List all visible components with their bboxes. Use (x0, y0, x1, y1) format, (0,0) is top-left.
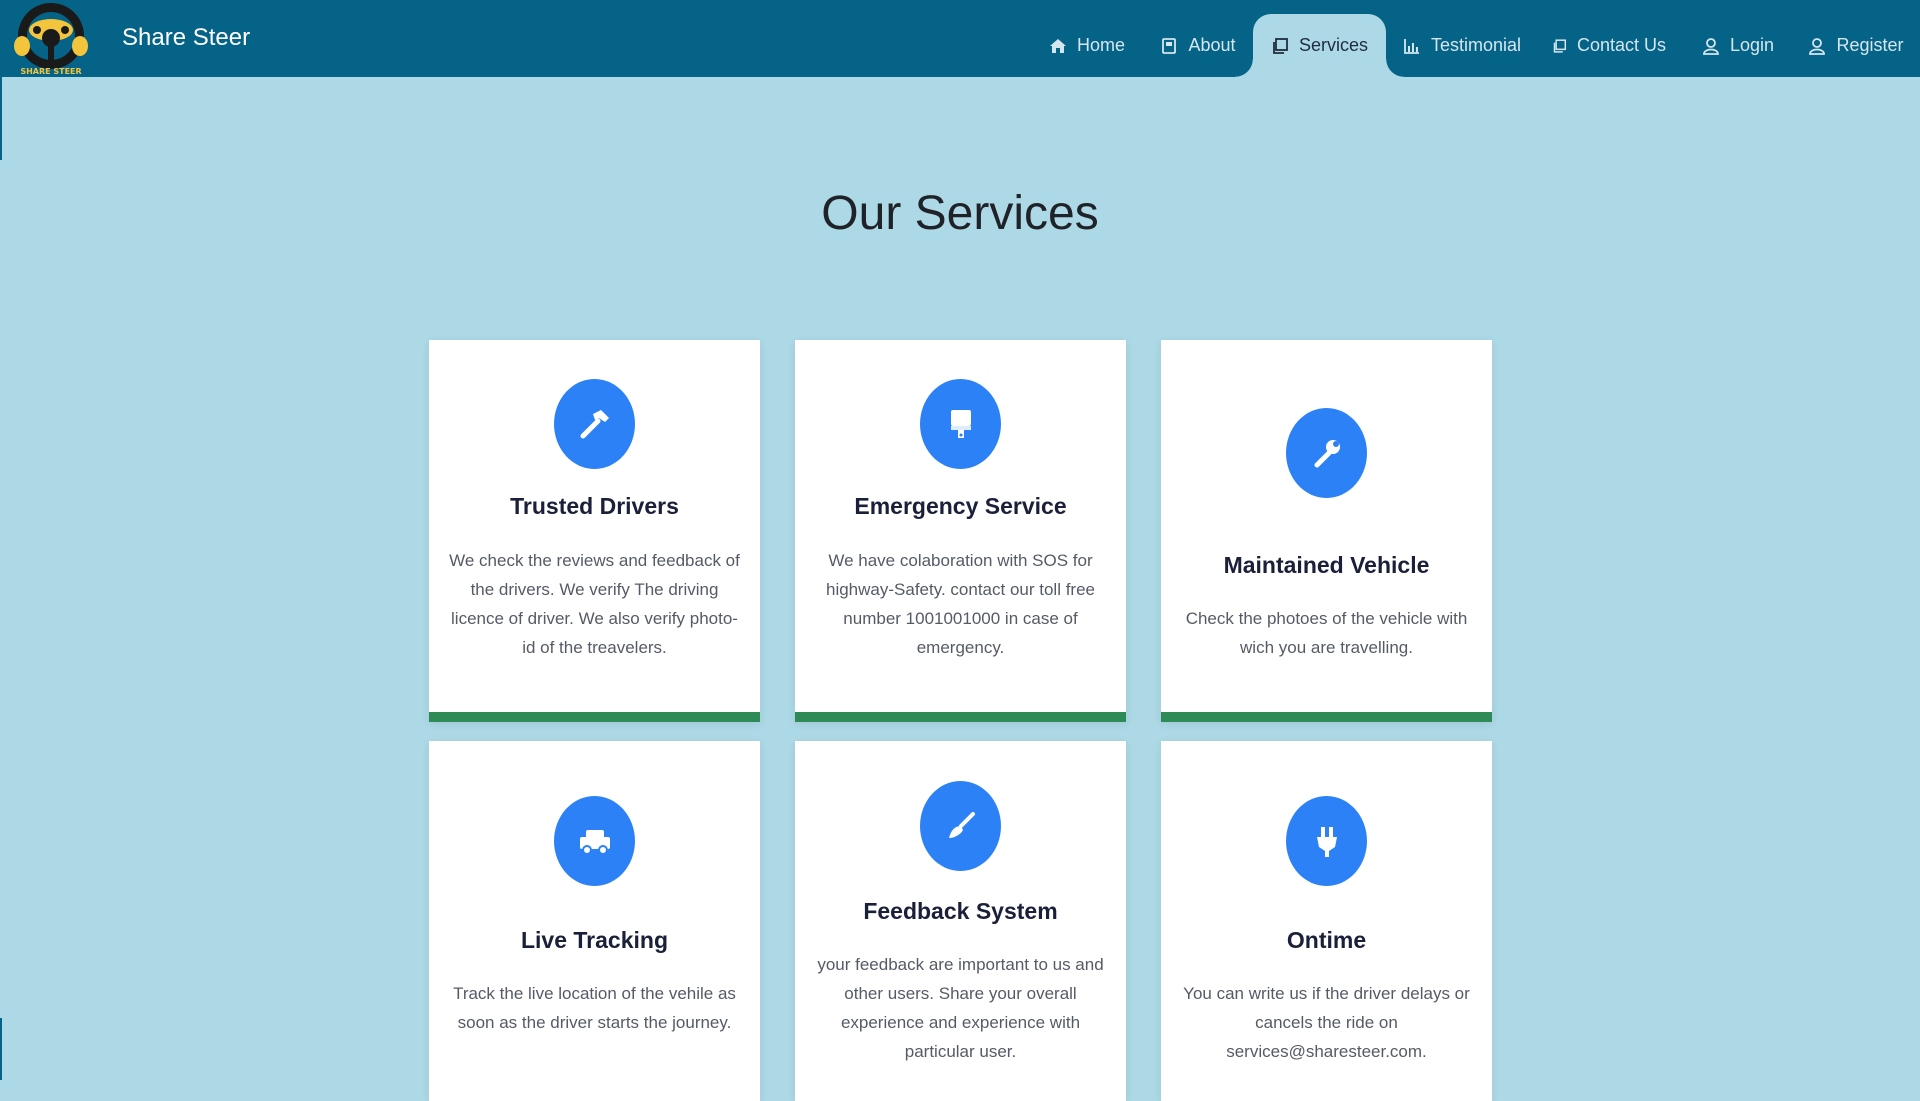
card-text: You can write us if the driver delays or… (1183, 984, 1470, 1061)
card-title: Ontime (1286, 927, 1367, 953)
card-title: Trusted Drivers (510, 493, 679, 519)
user-icon (1809, 37, 1826, 55)
nav-contact[interactable]: Contact Us (1552, 14, 1666, 77)
nav-register-label: Register (1836, 35, 1904, 55)
card-title: Live Tracking (520, 927, 668, 953)
card-title: Maintained Vehicle (1223, 552, 1430, 578)
steering-wheel-logo-icon: SHARE STEER (14, 3, 88, 76)
service-card-ontime: Ontime You can write us if the driver de… (1161, 741, 1492, 1101)
service-card-maintained-vehicle: Maintained Vehicle Check the photoes of … (1161, 340, 1492, 722)
nav-home-label: Home (1076, 35, 1125, 55)
page-title: Our Services (821, 187, 1099, 240)
nav-register[interactable]: Register (1808, 14, 1904, 77)
divider (0, 77, 2, 160)
chart-icon (1404, 38, 1419, 54)
broom-icon (920, 781, 1001, 871)
service-card-trusted-drivers: Trusted Drivers We check the reviews and… (429, 340, 760, 722)
brand[interactable]: SHARE STEER (4, 0, 98, 77)
divider (0, 1018, 2, 1080)
card-text: We have colaboration with SOS for highwa… (826, 551, 1095, 657)
card-title: Emergency Service (854, 493, 1067, 519)
user-icon (1703, 37, 1719, 55)
brand-name[interactable]: Share Steer (122, 24, 250, 52)
wrench-icon (1286, 408, 1367, 498)
service-card-feedback: Feedback System your feedback are import… (795, 741, 1126, 1101)
home-icon (1049, 38, 1066, 53)
card-title: Feedback System (863, 898, 1058, 924)
copy-icon (1553, 38, 1567, 53)
nav-login[interactable]: Login (1702, 14, 1774, 77)
plug-icon (1286, 796, 1367, 886)
service-card-live-tracking: Live Tracking Track the live location of… (429, 741, 760, 1101)
hammer-icon (554, 379, 635, 469)
card-text: We check the reviews and feedback of the… (449, 551, 740, 657)
card-text: Track the live location of the vehile as… (453, 984, 736, 1032)
nav-testimonial-label: Testimonial (1430, 35, 1521, 55)
card-text: your feedback are important to us and ot… (817, 955, 1104, 1061)
paint-brush-icon (920, 379, 1001, 469)
copy-icon (1273, 37, 1288, 54)
navbar: SHARE STEER Share Steer Home About Servi… (0, 0, 1920, 77)
truck-icon (554, 796, 635, 886)
nav-testimonial[interactable]: Testimonial (1403, 14, 1521, 77)
nav-services[interactable]: Services (1235, 14, 1404, 77)
nav-services-label: Services (1298, 35, 1369, 55)
nav-about[interactable]: About (1160, 14, 1236, 77)
book-icon (1162, 37, 1177, 54)
service-card-emergency: Emergency Service We have colaboration w… (795, 340, 1126, 722)
card-text: Check the photoes of the vehicle with wi… (1185, 609, 1468, 657)
logo-text: SHARE STEER (20, 67, 81, 76)
nav-contact-label: Contact Us (1576, 35, 1666, 55)
logo[interactable]: SHARE STEER (4, 0, 98, 77)
nav-home[interactable]: Home (1048, 14, 1126, 77)
nav-about-label: About (1188, 35, 1236, 55)
nav-login-label: Login (1729, 35, 1774, 55)
